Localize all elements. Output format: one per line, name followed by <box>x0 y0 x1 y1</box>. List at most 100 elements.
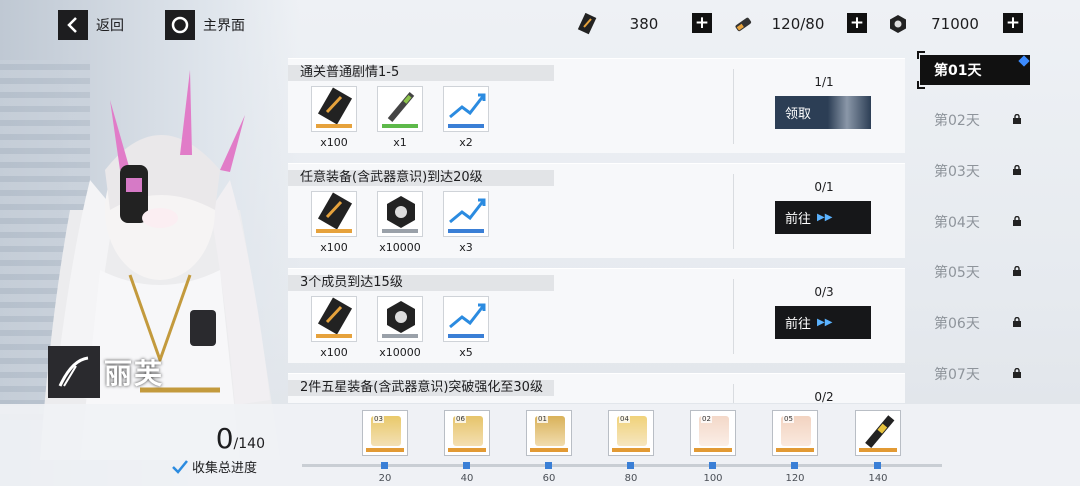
reward-list: x100 x1 x2 <box>301 86 499 149</box>
milestone-reward[interactable]: 03 20 <box>362 410 408 484</box>
supply-stick-icon <box>377 86 423 132</box>
milestone-reward[interactable]: 01 60 <box>526 410 572 484</box>
reward-item[interactable]: x1 <box>367 86 433 149</box>
divider <box>733 69 734 144</box>
double-arrow-icon: ▶▶ <box>817 212 833 223</box>
battery-icon <box>732 13 754 35</box>
milestone-value: 120 <box>785 473 805 484</box>
character-illustration <box>30 60 290 460</box>
tab-day-05[interactable]: 第05天 <box>920 257 1030 287</box>
add-coin-button[interactable]: + <box>1003 13 1023 33</box>
task-title: 任意装备(含武器意识)到达20级 <box>288 170 554 186</box>
lock-icon <box>1013 165 1021 175</box>
reward-item[interactable]: x2 <box>433 86 499 149</box>
portrait-card-icon: 06 <box>444 410 490 456</box>
portrait-card-icon: 05 <box>772 410 818 456</box>
milestone-value: 140 <box>868 473 888 484</box>
day-label: 第03天 <box>934 164 980 180</box>
milestone-value: 60 <box>542 473 556 484</box>
active-marker-icon <box>1018 55 1030 67</box>
milestone-value: 20 <box>378 473 392 484</box>
task-row: 任意装备(含武器意识)到达20级 x100 x10000 x3 0/1 前往 ▶… <box>288 163 905 258</box>
coin-icon <box>377 191 423 237</box>
tab-day-07[interactable]: 第07天 <box>920 359 1030 389</box>
task-progress: 0/3 <box>814 285 834 299</box>
milestone-badge: 06 <box>455 415 466 423</box>
milestone-reward[interactable]: 04 80 <box>608 410 654 484</box>
task-title: 3个成员到达15级 <box>288 275 554 291</box>
home-circle-icon <box>165 10 195 40</box>
tab-day-06[interactable]: 第06天 <box>920 308 1030 338</box>
resource-battery: 120/80 <box>732 12 842 36</box>
reward-qty: x3 <box>459 241 473 254</box>
day-label: 第04天 <box>934 215 980 231</box>
milestone-value: 40 <box>460 473 474 484</box>
collection-label-row: 收集总进度 <box>172 457 257 476</box>
goto-label: 前往 <box>785 212 812 227</box>
reward-list: x100 x10000 x5 <box>301 296 499 359</box>
claim-button[interactable]: 领取 <box>775 96 871 129</box>
reward-qty: x100 <box>320 346 348 359</box>
tab-day-04[interactable]: 第04天 <box>920 207 1030 237</box>
weapon-card-icon <box>855 410 901 456</box>
collection-total: /140 <box>233 436 265 452</box>
reward-item[interactable]: x3 <box>433 191 499 254</box>
back-button[interactable]: 返回 <box>58 10 124 40</box>
reward-item[interactable]: x100 <box>301 191 367 254</box>
milestone-node <box>627 462 634 469</box>
milestone-node <box>545 462 552 469</box>
divider <box>733 279 734 354</box>
ticket-value: 380 <box>629 15 659 33</box>
milestone-value: 80 <box>624 473 638 484</box>
home-button[interactable]: 主界面 <box>165 10 245 40</box>
supply-ticket-icon <box>311 86 357 132</box>
goto-button[interactable]: 前往 ▶▶ <box>775 306 871 339</box>
collection-track <box>302 464 942 467</box>
task-progress: 0/1 <box>814 180 834 194</box>
character-nameplate: 丽芙 <box>48 346 178 398</box>
milestone-reward[interactable]: 06 40 <box>444 410 490 484</box>
milestone-reward[interactable]: 02 100 <box>690 410 736 484</box>
milestone-node <box>381 462 388 469</box>
milestone-reward[interactable]: 140 <box>855 410 901 484</box>
lock-icon <box>1013 266 1021 276</box>
supply-ticket-icon <box>311 296 357 342</box>
goto-button[interactable]: 前往 ▶▶ <box>775 201 871 234</box>
reward-qty: x10000 <box>379 241 421 254</box>
exp-arrow-icon <box>443 191 489 237</box>
battery-value: 120/80 <box>771 15 825 33</box>
reward-item[interactable]: x10000 <box>367 191 433 254</box>
lock-icon <box>1013 317 1021 327</box>
milestone-node <box>791 462 798 469</box>
back-label: 返回 <box>96 18 124 34</box>
day-label: 第07天 <box>934 367 980 383</box>
tab-day-01[interactable]: 第01天 <box>917 51 1030 89</box>
supply-ticket-icon <box>311 191 357 237</box>
exp-arrow-icon <box>443 296 489 342</box>
portrait-card-icon: 04 <box>608 410 654 456</box>
reward-item[interactable]: x100 <box>301 296 367 359</box>
lock-icon <box>1013 216 1021 226</box>
day-label: 第06天 <box>934 316 980 332</box>
milestone-badge: 01 <box>537 415 548 423</box>
claim-label: 领取 <box>785 107 812 122</box>
portrait-card-icon: 01 <box>526 410 572 456</box>
task-title: 通关普通剧情1-5 <box>288 65 554 81</box>
task-row: 2件五星装备(含武器意识)突破强化至30级 0/2 <box>288 373 905 403</box>
coin-value: 71000 <box>931 15 979 33</box>
milestone-badge: 04 <box>619 415 630 423</box>
exp-arrow-icon <box>443 86 489 132</box>
reward-qty: x2 <box>459 136 473 149</box>
add-ticket-button[interactable]: + <box>692 13 712 33</box>
tab-day-03[interactable]: 第03天 <box>920 156 1030 186</box>
reward-item[interactable]: x100 <box>301 86 367 149</box>
reward-item[interactable]: x5 <box>433 296 499 359</box>
add-battery-button[interactable]: + <box>847 13 867 33</box>
reward-item[interactable]: x10000 <box>367 296 433 359</box>
resource-ticket: 380 <box>577 12 689 36</box>
reward-qty: x100 <box>320 241 348 254</box>
task-list[interactable]: 通关普通剧情1-5 x100 x1 x2 1/1 领取 任意装备(含武器意识)到… <box>288 58 905 403</box>
resource-coin: 71000 <box>887 12 1001 36</box>
tab-day-02[interactable]: 第02天 <box>920 105 1030 135</box>
milestone-reward[interactable]: 05 120 <box>772 410 818 484</box>
